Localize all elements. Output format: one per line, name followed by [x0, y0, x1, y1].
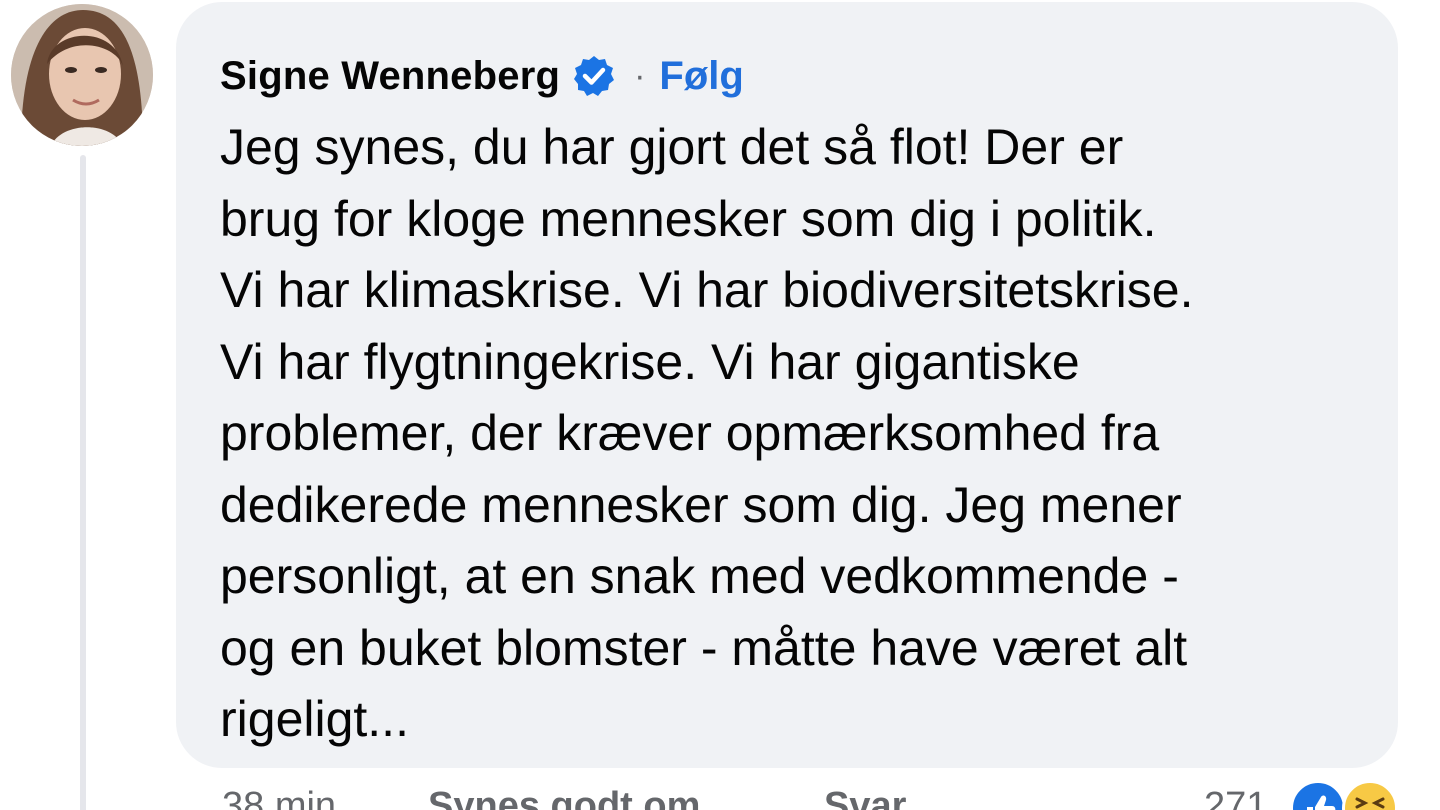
avatar[interactable] — [11, 4, 153, 146]
author-name[interactable]: Signe Wenneberg — [220, 54, 560, 99]
comment-footer: 38 min Synes godt om Svar 271 — [222, 785, 1440, 810]
separator-dot: · — [634, 56, 646, 95]
like-icon — [1290, 780, 1346, 810]
comment-text: Jeg synes, du har gjort det så flot! Der… — [220, 112, 1380, 756]
like-button[interactable]: Synes godt om — [428, 785, 700, 810]
comment-text-line: Vi har klimaskrise. Vi har biodiversitet… — [220, 262, 1194, 318]
comment-timestamp[interactable]: 38 min — [222, 785, 336, 810]
comment-text-line: brug for kloge mennesker som dig i polit… — [220, 190, 1157, 247]
haha-icon — [1342, 780, 1398, 810]
comment-header: Signe Wenneberg · Følg — [220, 48, 744, 104]
thread-connector-line — [80, 155, 86, 810]
verified-badge-icon — [572, 54, 616, 98]
reaction-summary[interactable] — [1290, 780, 1420, 810]
comment-text-line: Vi har flygtningekrise. Vi har gigantisk… — [220, 333, 1080, 390]
comment-text-line: problemer, der kræver opmærksomhed fra — [220, 405, 1160, 461]
comment-text-line: Jeg synes, du har gjort det så flot! Der… — [220, 119, 1124, 175]
reaction-count[interactable]: 271 — [1204, 785, 1267, 810]
avatar-image — [11, 4, 153, 146]
follow-button[interactable]: Følg — [659, 54, 743, 99]
comment-text-line: og en buket blomster - måtte have været … — [220, 619, 1188, 676]
reply-button[interactable]: Svar — [824, 785, 906, 810]
comment-text-line: personligt, at en snak med vedkommende - — [220, 548, 1179, 604]
comment-text-line: rigeligt... — [220, 691, 409, 747]
comment-thread: Signe Wenneberg · Følg Jeg synes, du har… — [0, 0, 1440, 810]
comment-text-line: dedikerede mennesker som dig. Jeg mener — [220, 476, 1182, 533]
